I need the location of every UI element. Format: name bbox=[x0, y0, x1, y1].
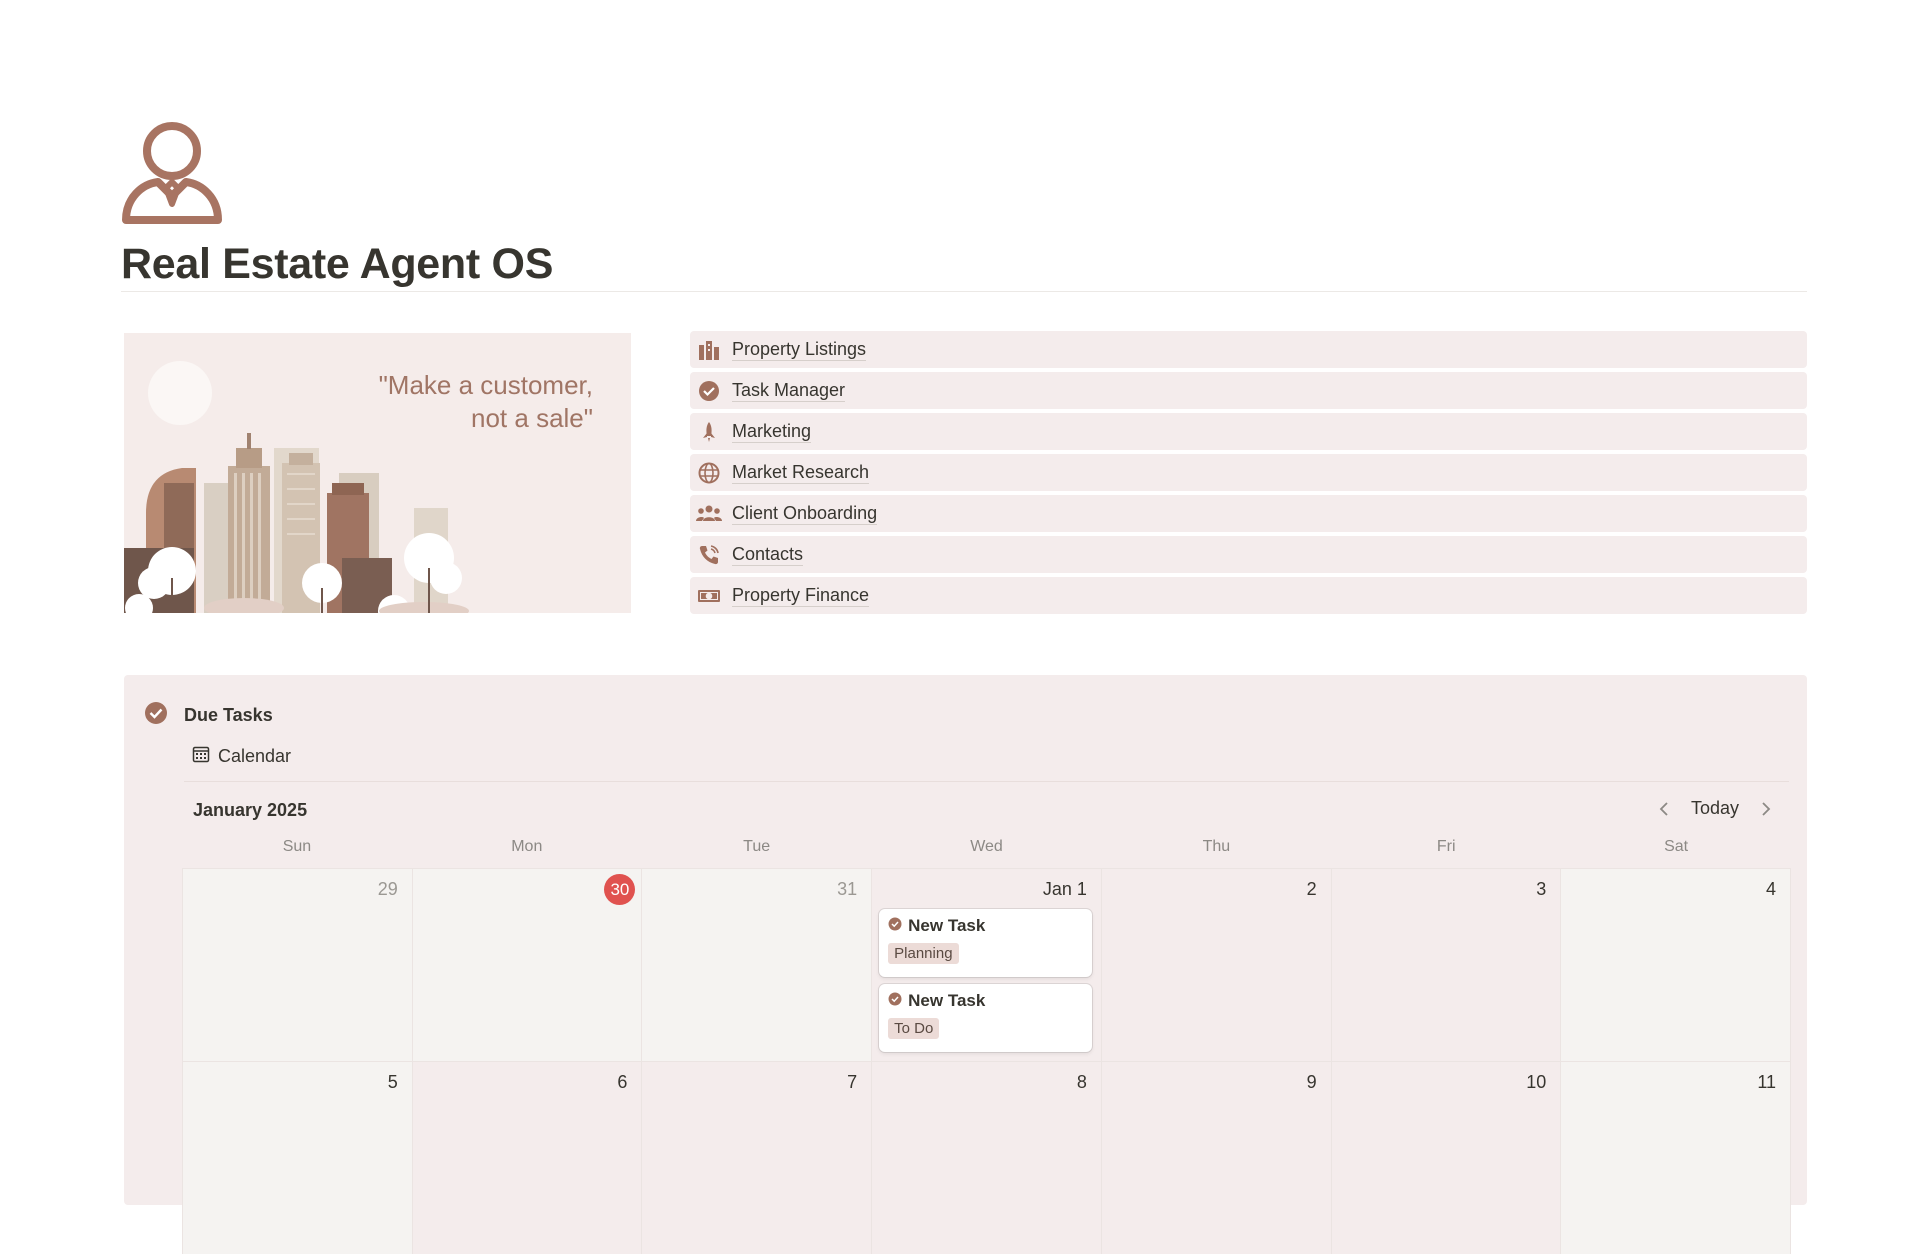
day-number: 31 bbox=[837, 879, 858, 899]
month-label: January 2025 bbox=[193, 800, 308, 820]
status-tag: Planning bbox=[888, 943, 959, 964]
check-circle-icon bbox=[696, 378, 722, 404]
page-title: Real Estate Agent OS bbox=[121, 240, 554, 288]
task-title: New Task bbox=[908, 991, 986, 1010]
link-label: Marketing bbox=[732, 420, 812, 443]
weekday-label: Sun bbox=[282, 838, 312, 855]
due-tasks-heading: Due Tasks bbox=[184, 705, 273, 725]
calendar-day[interactable]: Jan 1 New Task Planning New Task To Do bbox=[871, 869, 1101, 1061]
money-icon bbox=[696, 583, 722, 609]
link-property-listings[interactable]: Property Listings bbox=[690, 331, 1807, 368]
calendar-icon bbox=[192, 745, 210, 768]
weekday-label: Fri bbox=[1436, 838, 1456, 855]
due-tasks-header: Due Tasks bbox=[144, 701, 273, 730]
calendar-day[interactable]: 6 bbox=[411, 1062, 642, 1254]
weekday-label: Mon bbox=[511, 838, 543, 855]
calendar-day[interactable]: 10 bbox=[1330, 1062, 1561, 1254]
title-divider bbox=[121, 291, 1807, 292]
check-circle-icon bbox=[144, 701, 168, 730]
link-marketing[interactable]: Marketing bbox=[690, 413, 1807, 450]
today-day-number: 30 bbox=[604, 874, 636, 905]
task-card[interactable]: New Task To Do bbox=[879, 984, 1093, 1052]
calendar-week: 29 30 31 Jan 1 New Task Planning New Tas… bbox=[182, 868, 1792, 1061]
day-number: 5 bbox=[387, 1072, 398, 1092]
status-tag: To Do bbox=[888, 1018, 940, 1039]
link-client-onboarding[interactable]: Client Onboarding bbox=[690, 495, 1807, 532]
people-icon bbox=[696, 501, 722, 527]
calendar-day[interactable]: 31 bbox=[641, 869, 872, 1061]
calendar-day[interactable]: 3 bbox=[1330, 869, 1561, 1061]
day-number: 2 bbox=[1306, 879, 1317, 899]
calendar-view-tab[interactable]: Calendar bbox=[192, 745, 291, 768]
link-property-finance[interactable]: Property Finance bbox=[690, 577, 1807, 614]
link-label: Task Manager bbox=[732, 379, 846, 402]
day-number: 3 bbox=[1536, 879, 1547, 899]
banner-image: "Make a customer, not a sale" bbox=[124, 333, 631, 613]
calendar-navigation: Today bbox=[1655, 796, 1775, 821]
view-tab-label: Calendar bbox=[218, 746, 292, 766]
day-number: 4 bbox=[1766, 879, 1777, 899]
day-number: Jan 1 bbox=[1042, 879, 1087, 899]
day-number: 11 bbox=[1757, 1072, 1777, 1092]
chevron-left-icon[interactable] bbox=[1655, 798, 1673, 820]
link-task-manager[interactable]: Task Manager bbox=[690, 372, 1807, 409]
businessman-icon bbox=[118, 118, 226, 226]
check-circle-icon bbox=[888, 992, 902, 1011]
day-number: 29 bbox=[377, 879, 398, 899]
weekday-label: Tue bbox=[743, 838, 771, 855]
task-card[interactable]: New Task Planning bbox=[879, 909, 1093, 977]
banner-quote: "Make a customer, not a sale" bbox=[379, 369, 593, 435]
day-number: 6 bbox=[617, 1072, 628, 1092]
day-number: 10 bbox=[1526, 1072, 1547, 1092]
day-number: 7 bbox=[847, 1072, 858, 1092]
calendar-day[interactable]: 30 bbox=[411, 869, 642, 1061]
calendar-day[interactable]: 7 bbox=[641, 1062, 872, 1254]
calendar-day[interactable]: 5 bbox=[182, 1062, 412, 1254]
weekday-label: Thu bbox=[1202, 838, 1231, 855]
due-tasks-callout: Due Tasks Calendar January 2025 Today Su… bbox=[124, 675, 1807, 1254]
rocket-icon bbox=[696, 419, 722, 445]
check-circle-icon bbox=[888, 917, 902, 936]
calendar-day[interactable]: 4 bbox=[1560, 869, 1792, 1061]
globe-icon bbox=[696, 460, 722, 486]
chevron-right-icon[interactable] bbox=[1757, 798, 1775, 820]
quote-line-2: not a sale" bbox=[471, 403, 593, 433]
calendar-day[interactable]: 29 bbox=[182, 869, 412, 1061]
quote-line-1: "Make a customer, bbox=[378, 370, 593, 400]
calendar-day[interactable]: 11 bbox=[1560, 1062, 1792, 1254]
link-market-research[interactable]: Market Research bbox=[690, 454, 1807, 491]
calendar-day[interactable]: 9 bbox=[1100, 1062, 1331, 1254]
link-label: Property Listings bbox=[732, 338, 867, 361]
calendar-day[interactable]: 2 bbox=[1100, 869, 1331, 1061]
calendar-grid: 29 30 31 Jan 1 New Task Planning New Tas… bbox=[182, 868, 1792, 1254]
link-contacts[interactable]: Contacts bbox=[690, 536, 1807, 573]
weekday-label: Sat bbox=[1664, 838, 1689, 855]
weekday-header: Sun Mon Tue Wed Thu Fri Sat bbox=[182, 838, 1791, 856]
calendar-week: 5 6 7 8 9 10 11 bbox=[182, 1061, 1792, 1254]
task-title: New Task bbox=[908, 916, 986, 935]
calendar-day[interactable]: 8 bbox=[871, 1062, 1101, 1254]
link-label: Client Onboarding bbox=[732, 502, 878, 525]
weekday-label: Wed bbox=[970, 838, 1003, 855]
link-label: Property Finance bbox=[732, 584, 870, 607]
link-label: Market Research bbox=[732, 461, 870, 484]
view-divider bbox=[184, 781, 1789, 782]
page-links-list: Property Listings Task Manager Marketing… bbox=[690, 331, 1807, 618]
link-label: Contacts bbox=[732, 543, 804, 566]
day-number: 9 bbox=[1306, 1072, 1317, 1092]
phone-icon bbox=[696, 542, 722, 568]
today-button[interactable]: Today bbox=[1687, 796, 1743, 821]
buildings-icon bbox=[696, 337, 722, 363]
day-number: 8 bbox=[1076, 1072, 1087, 1092]
